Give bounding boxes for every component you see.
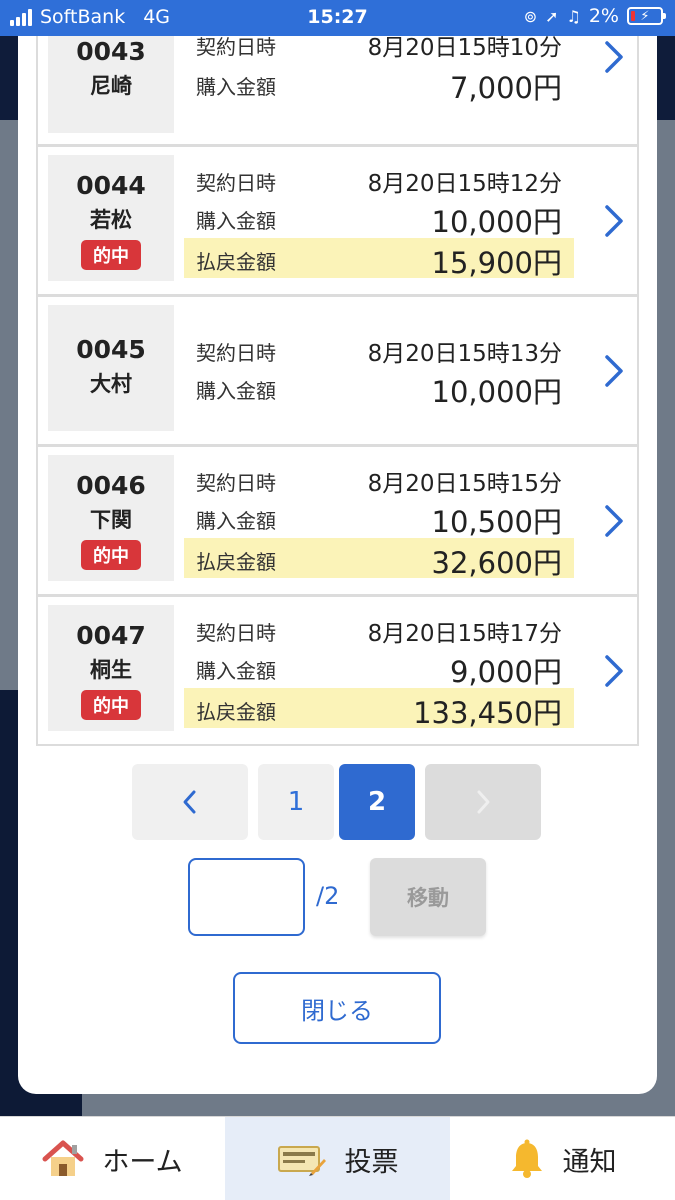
tab-vote-label: 投票: [344, 1146, 399, 1178]
ticket-id-box: 0046 下関 的中: [48, 455, 174, 581]
next-page-button[interactable]: [425, 764, 541, 840]
contract-datetime-value: 8月20日15時10分: [367, 36, 562, 61]
ticket-row[interactable]: 0043 尼崎 契約日時 8月20日15時10分 購入金額 7,000円: [36, 36, 639, 146]
close-button[interactable]: 閉じる: [233, 972, 441, 1044]
purchase-amount-line: 購入金額 10,500円: [184, 497, 574, 539]
contract-datetime-line: 契約日時 8月20日15時12分: [184, 159, 574, 199]
ticket-row[interactable]: 0045 大村 契約日時 8月20日15時13分 購入金額 10,000円: [36, 296, 639, 446]
hit-badge: 的中: [81, 240, 141, 270]
battery-icon: ⚡: [627, 7, 666, 25]
tab-vote[interactable]: 投票: [225, 1117, 450, 1200]
ticket-row[interactable]: 0044 若松 的中 契約日時 8月20日15時12分 購入金額 10,000円…: [36, 146, 639, 296]
purchase-amount-label: 購入金額: [196, 659, 276, 683]
ticket-id-box: 0044 若松 的中: [48, 155, 174, 281]
payout-amount-label: 払戻金額: [196, 550, 276, 574]
contract-datetime-label: 契約日時: [196, 341, 276, 365]
chevron-right-icon[interactable]: [599, 37, 627, 77]
ticket-row[interactable]: 0047 桐生 的中 契約日時 8月20日15時17分 購入金額 9,000円 …: [36, 596, 639, 746]
status-right: ⊚ ➚ ♫ 2% ⚡: [523, 5, 666, 27]
ticket-code: 0044: [76, 171, 146, 200]
payout-amount-value: 32,600円: [431, 546, 562, 580]
page-number-input[interactable]: [188, 858, 305, 936]
payout-amount-value: 15,900円: [431, 246, 562, 280]
purchase-amount-label: 購入金額: [196, 75, 276, 99]
purchase-amount-value: 10,000円: [431, 205, 562, 239]
headphones-icon: ♫: [566, 6, 581, 26]
bell-icon: [511, 1139, 542, 1178]
ticket-venue: 大村: [90, 372, 132, 396]
tab-notify[interactable]: 通知: [450, 1117, 675, 1200]
purchase-amount-line: 購入金額 10,000円: [184, 367, 574, 409]
payout-amount-value: 133,450円: [413, 696, 562, 730]
rotation-lock-icon: ⊚: [523, 6, 538, 26]
ticket-venue: 尼崎: [90, 74, 132, 98]
move-button[interactable]: 移動: [370, 858, 486, 936]
battery-percent: 2%: [588, 5, 619, 27]
tab-bar: ホーム 投票 通知: [0, 1116, 675, 1200]
ticket-row[interactable]: 0046 下関 的中 契約日時 8月20日15時15分 購入金額 10,500円…: [36, 446, 639, 596]
contract-datetime-value: 8月20日15時12分: [367, 171, 562, 197]
prev-page-button[interactable]: [132, 764, 248, 840]
ticket-venue: 下関: [90, 508, 132, 532]
ticket-pencil-icon: [277, 1146, 326, 1176]
ticket-code: 0046: [76, 471, 146, 500]
payout-amount-label: 払戻金額: [196, 250, 276, 274]
page-jump: /2 移動: [18, 858, 657, 938]
payout-amount-line: 払戻金額 32,600円: [184, 538, 574, 580]
ticket-venue: 桐生: [90, 658, 132, 682]
payout-amount-line: 払戻金額 15,900円: [184, 238, 574, 280]
purchase-amount-value: 7,000円: [449, 71, 562, 105]
contract-datetime-value: 8月20日15時17分: [367, 621, 562, 647]
purchase-amount-line: 購入金額 7,000円: [184, 63, 574, 105]
contract-datetime-line: 契約日時 8月20日15時10分: [184, 36, 574, 63]
page-total: /2: [316, 882, 340, 910]
contract-datetime-line: 契約日時 8月20日15時13分: [184, 329, 574, 369]
contract-datetime-value: 8月20日15時13分: [367, 341, 562, 367]
chevron-right-icon[interactable]: [599, 651, 627, 691]
hit-badge: 的中: [81, 540, 141, 570]
contract-datetime-label: 契約日時: [196, 621, 276, 645]
contract-datetime-label: 契約日時: [196, 36, 276, 59]
purchase-amount-value: 10,000円: [431, 375, 562, 409]
contract-datetime-line: 契約日時 8月20日15時15分: [184, 459, 574, 499]
ticket-code: 0045: [76, 335, 146, 364]
location-icon: ➚: [545, 6, 559, 26]
tab-home[interactable]: ホーム: [0, 1117, 225, 1200]
page-1-button[interactable]: 1: [258, 764, 334, 840]
chevron-left-icon: [183, 790, 196, 814]
chevron-right-icon[interactable]: [599, 201, 627, 241]
status-bar: SoftBank 4G 15:27 ⊚ ➚ ♫ 2% ⚡: [0, 0, 675, 36]
ticket-venue: 若松: [90, 208, 132, 232]
pagination: 1 2: [18, 764, 657, 840]
purchase-amount-label: 購入金額: [196, 379, 276, 403]
chevron-right-icon[interactable]: [599, 501, 627, 541]
purchase-amount-line: 購入金額 9,000円: [184, 647, 574, 689]
contract-datetime-label: 契約日時: [196, 471, 276, 495]
house-icon: [42, 1140, 84, 1176]
ticket-id-box: 0047 桐生 的中: [48, 605, 174, 731]
purchase-amount-value: 10,500円: [431, 505, 562, 539]
contract-datetime-line: 契約日時 8月20日15時17分: [184, 609, 574, 649]
ticket-id-box: 0045 大村: [48, 305, 174, 431]
contract-datetime-label: 契約日時: [196, 171, 276, 195]
ticket-id-box: 0043 尼崎: [48, 36, 174, 133]
chevron-right-icon: [477, 790, 490, 814]
purchase-history-modal: 0043 尼崎 契約日時 8月20日15時10分 購入金額 7,000円 004…: [18, 36, 657, 1094]
tab-home-label: ホーム: [102, 1146, 183, 1178]
purchase-amount-value: 9,000円: [449, 655, 562, 689]
purchase-amount-label: 購入金額: [196, 509, 276, 533]
purchase-amount-line: 購入金額 10,000円: [184, 197, 574, 239]
hit-badge: 的中: [81, 690, 141, 720]
payout-amount-line: 払戻金額 133,450円: [184, 688, 574, 730]
chevron-right-icon[interactable]: [599, 351, 627, 391]
ticket-code: 0047: [76, 621, 146, 650]
contract-datetime-value: 8月20日15時15分: [367, 471, 562, 497]
page-2-button[interactable]: 2: [339, 764, 415, 840]
ticket-code: 0043: [76, 37, 146, 66]
purchase-amount-label: 購入金額: [196, 209, 276, 233]
payout-amount-label: 払戻金額: [196, 700, 276, 724]
tab-notify-label: 通知: [562, 1146, 617, 1178]
